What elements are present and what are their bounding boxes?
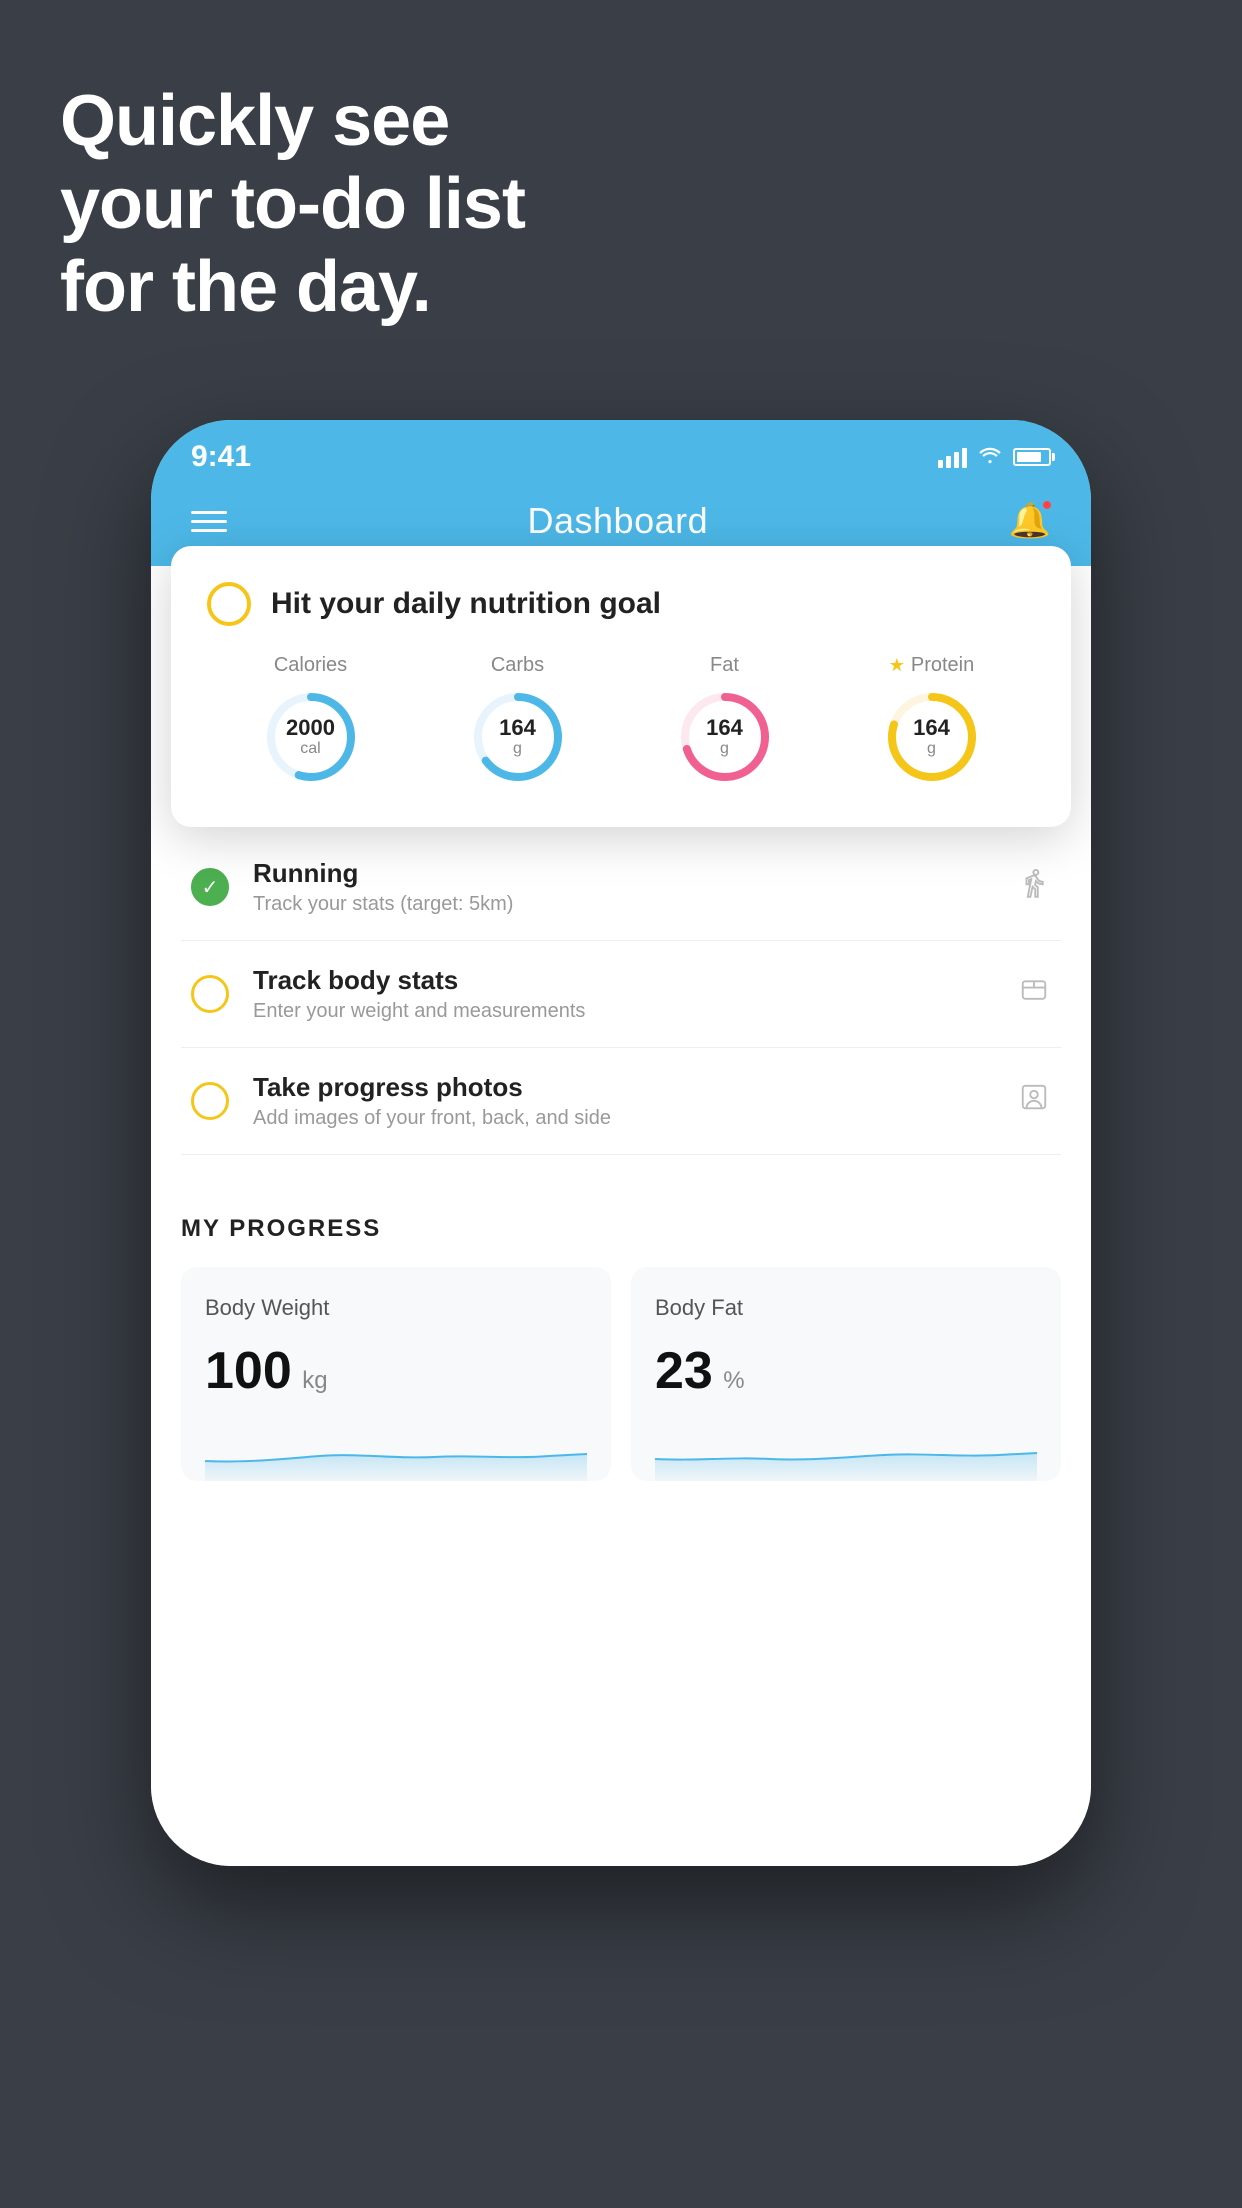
todo-text-photos: Take progress photos Add images of your … xyxy=(253,1072,993,1130)
nutrition-circles: Calories 2000 cal xyxy=(207,654,1035,787)
body-weight-title: Body Weight xyxy=(205,1295,587,1321)
app-title: Dashboard xyxy=(528,500,709,542)
todo-subtitle-photos: Add images of your front, back, and side xyxy=(253,1107,993,1130)
hero-line1: Quickly see xyxy=(60,80,525,163)
nutrition-calories: Calories 2000 cal xyxy=(261,654,361,787)
body-weight-unit: kg xyxy=(302,1367,327,1394)
body-fat-value: 23 % xyxy=(655,1341,1037,1401)
battery-icon xyxy=(1013,448,1051,466)
nutrition-protein: ★ Protein 164 g xyxy=(882,654,982,787)
todo-item-bodystats[interactable]: Track body stats Enter your weight and m… xyxy=(181,941,1061,1048)
carbs-ring: 164 g xyxy=(468,687,568,787)
body-weight-value: 100 kg xyxy=(205,1341,587,1401)
todo-circle-running xyxy=(191,868,229,906)
fat-label: Fat xyxy=(710,654,739,677)
status-time: 9:41 xyxy=(191,440,251,474)
card-header: Hit your daily nutrition goal xyxy=(207,582,1035,626)
body-fat-unit: % xyxy=(723,1367,744,1394)
notification-dot xyxy=(1041,499,1053,511)
nutrition-carbs: Carbs 164 g xyxy=(468,654,568,787)
phone-mockup: 9:41 Dashboard xyxy=(151,420,1091,1866)
protein-label: ★ Protein xyxy=(889,654,975,677)
todo-subtitle-bodystats: Enter your weight and measurements xyxy=(253,1000,993,1023)
phone-screen: 9:41 Dashboard xyxy=(151,420,1091,1866)
todo-item-running[interactable]: Running Track your stats (target: 5km) xyxy=(181,834,1061,941)
progress-section-label: MY PROGRESS xyxy=(181,1215,1061,1243)
fat-ring: 164 g xyxy=(675,687,775,787)
todo-subtitle-running: Track your stats (target: 5km) xyxy=(253,893,993,916)
check-circle[interactable] xyxy=(207,582,251,626)
todo-title-bodystats: Track body stats xyxy=(253,965,993,996)
calories-label: Calories xyxy=(274,654,347,677)
running-icon xyxy=(1017,868,1051,906)
body-fat-number: 23 xyxy=(655,1342,713,1400)
fat-value: 164 g xyxy=(706,716,743,758)
protein-ring: 164 g xyxy=(882,687,982,787)
scale-icon xyxy=(1017,975,1051,1013)
carbs-label: Carbs xyxy=(491,654,544,677)
todo-circle-photos xyxy=(191,1082,229,1120)
todo-item-photos[interactable]: Take progress photos Add images of your … xyxy=(181,1048,1061,1155)
status-icons xyxy=(938,444,1051,470)
nutrition-fat: Fat 164 g xyxy=(675,654,775,787)
todo-text-running: Running Track your stats (target: 5km) xyxy=(253,858,993,916)
menu-button[interactable] xyxy=(191,511,227,532)
carbs-value: 164 g xyxy=(499,716,536,758)
notification-button[interactable]: 🔔 xyxy=(1009,501,1051,541)
body-weight-chart xyxy=(205,1421,587,1481)
hero-text: Quickly see your to-do list for the day. xyxy=(60,80,525,328)
todo-list: Running Track your stats (target: 5km) T… xyxy=(151,834,1091,1155)
hero-line2: your to-do list xyxy=(60,163,525,246)
nutrition-card: Hit your daily nutrition goal Calories 2 xyxy=(171,546,1071,827)
person-icon xyxy=(1017,1082,1051,1120)
calories-value: 2000 cal xyxy=(286,716,335,758)
body-fat-card[interactable]: Body Fat 23 % xyxy=(631,1267,1061,1481)
progress-cards: Body Weight 100 kg xyxy=(181,1267,1061,1481)
protein-value: 164 g xyxy=(913,716,950,758)
calories-ring: 2000 cal xyxy=(261,687,361,787)
body-weight-card[interactable]: Body Weight 100 kg xyxy=(181,1267,611,1481)
content-area: THINGS TO DO TODAY Hit your daily nutrit… xyxy=(151,566,1091,1866)
signal-icon xyxy=(938,446,967,468)
progress-section: MY PROGRESS Body Weight 100 kg xyxy=(151,1175,1091,1511)
wifi-icon xyxy=(977,444,1003,470)
nutrition-card-title: Hit your daily nutrition goal xyxy=(271,587,661,621)
status-bar: 9:41 xyxy=(151,420,1091,484)
body-fat-chart xyxy=(655,1421,1037,1481)
todo-text-bodystats: Track body stats Enter your weight and m… xyxy=(253,965,993,1023)
star-icon: ★ xyxy=(889,655,905,676)
todo-circle-bodystats xyxy=(191,975,229,1013)
hero-line3: for the day. xyxy=(60,246,525,329)
todo-title-running: Running xyxy=(253,858,993,889)
todo-title-photos: Take progress photos xyxy=(253,1072,993,1103)
body-weight-number: 100 xyxy=(205,1342,292,1400)
body-fat-title: Body Fat xyxy=(655,1295,1037,1321)
